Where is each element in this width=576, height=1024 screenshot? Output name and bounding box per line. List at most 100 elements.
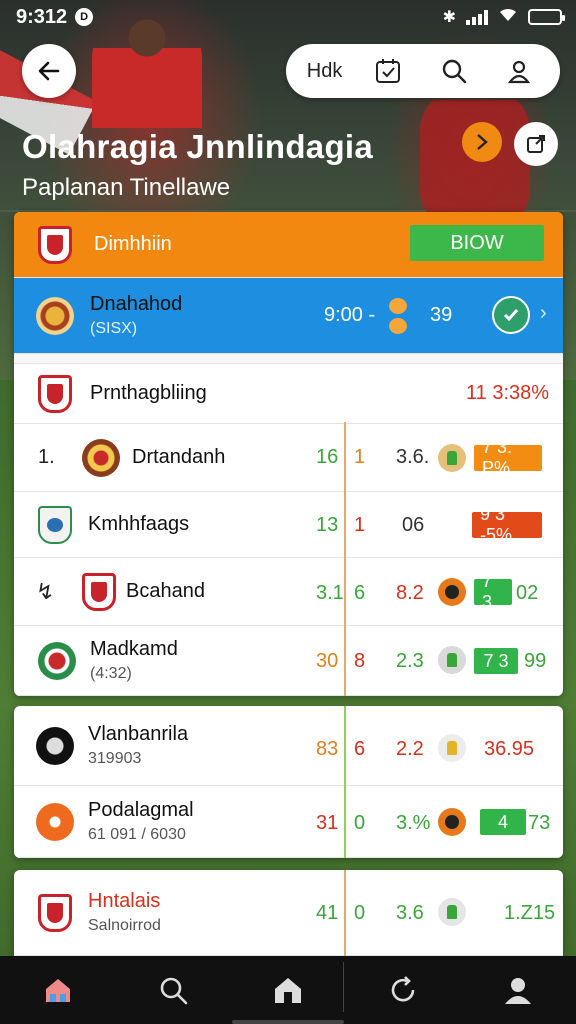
nav-profile[interactable]	[488, 960, 548, 1020]
user-icon[interactable]	[499, 51, 539, 91]
stat-col1: 13	[316, 514, 339, 536]
status-icons: ✱	[442, 7, 565, 28]
rank-number: 1.	[38, 446, 55, 468]
stat-col2: 1	[354, 446, 366, 468]
rating-tag: 9 3 -5%	[472, 504, 542, 545]
stat-col3: 2.3	[396, 650, 424, 672]
team-crest-icon	[38, 641, 76, 680]
rating-tag: 7 3	[474, 571, 512, 612]
nav-search[interactable]	[143, 960, 203, 1020]
selected-team-row[interactable]: Dnahahod (SISX) 9:00 - 39 ›	[14, 278, 563, 354]
stat-col3: 3.%	[396, 812, 431, 834]
back-button[interactable]	[22, 44, 76, 98]
standings-card: Vlanbanrila 319903 83 6 2.2 36.95 Podala…	[14, 706, 563, 858]
team-name: Kmhhfaags	[88, 513, 190, 535]
table-row[interactable]: Kmhhfaags 13 1 06 9 3 -5%	[14, 492, 563, 558]
stat-col2: 8	[354, 650, 366, 672]
team-crest-icon	[38, 893, 72, 932]
team-name: Madkamd	[90, 638, 178, 660]
team-info: Podalagmal 61 091 / 6030	[88, 799, 194, 844]
table-row[interactable]: Podalagmal 61 091 / 6030 31 0 3.% 4 73	[14, 786, 563, 858]
share-button[interactable]	[514, 122, 558, 166]
score-right: 39	[430, 304, 453, 326]
table-row[interactable]: Hntalais Salnoirrod 41 0 3.6 1.Z15	[14, 870, 563, 956]
chevron-right-icon: ›	[540, 302, 547, 324]
column-divider	[344, 870, 346, 956]
notification-badge: D	[75, 8, 94, 26]
selected-team-name: Dnahahod	[90, 293, 183, 315]
page-title: Olahragia Jnnlindagia	[22, 128, 374, 165]
trophy-icon	[438, 734, 466, 762]
trophy-icon	[438, 898, 466, 926]
team-value: 11 3:38%	[466, 382, 550, 404]
nav-stadium[interactable]	[258, 960, 318, 1020]
arrow-left-icon	[38, 61, 60, 81]
pill-label[interactable]: Hdk	[307, 60, 343, 83]
team-name: Prnthagbliing	[90, 382, 207, 404]
team-crest-icon	[36, 726, 74, 765]
team-info: Hntalais Salnoirrod	[88, 890, 161, 935]
bottom-navigation	[0, 956, 576, 1024]
refresh-icon	[391, 976, 415, 1002]
trend-icon: ↯	[36, 578, 55, 604]
team-name: Vlanbanrila	[88, 723, 189, 745]
stat-col2: 6	[354, 582, 366, 604]
status-time-group: 9:312 D	[16, 5, 94, 29]
share-icon	[527, 135, 545, 153]
standings-card: Dimhhiin BIOW Dnahahod (SISX) 9:00 - 39 …	[14, 212, 563, 696]
status-time: 9:312	[16, 5, 68, 28]
team-crest-icon	[82, 572, 116, 611]
table-row[interactable]: ↯ Bcahand 3.1 6 8.2 7 3 02	[14, 558, 563, 626]
stat-col1: 83	[316, 738, 339, 760]
featured-action-button[interactable]: BIOW	[410, 225, 544, 261]
stat-col1: 3.1	[316, 582, 344, 604]
team-sub: Salnoirrod	[88, 917, 161, 934]
column-divider	[344, 422, 346, 696]
signal-icon	[466, 9, 488, 25]
battery-icon	[528, 9, 565, 25]
selected-team-info: Dnahahod (SISX)	[90, 293, 182, 338]
stat-col1: 30	[316, 650, 339, 672]
next-button[interactable]	[462, 122, 502, 162]
rating-value: 36.95	[484, 738, 535, 760]
table-row[interactable]: Madkamd (4:32) 30 8 2.3 7 3 99	[14, 626, 563, 696]
status-bar: 9:312 D ✱	[0, 0, 576, 34]
rating-tag: 7 3	[474, 648, 518, 674]
search-icon[interactable]	[434, 51, 474, 91]
stat-col3: 06	[402, 514, 425, 536]
team-crest-icon	[38, 505, 72, 544]
stat-col3: 3.6	[396, 902, 424, 924]
nav-home[interactable]	[28, 960, 88, 1020]
stat-col2: 0	[354, 902, 366, 924]
calendar-check-icon[interactable]	[368, 51, 408, 91]
table-row[interactable]: Prnthagbliing 11 3:38%	[14, 364, 563, 424]
stat-col2: 0	[354, 812, 366, 834]
spacer	[14, 354, 563, 364]
stat-col1: 41	[316, 902, 339, 924]
profile-icon	[505, 978, 532, 1004]
nav-refresh[interactable]	[373, 960, 433, 1020]
team-sub: (4:32)	[90, 665, 132, 682]
search-icon	[160, 977, 188, 1005]
page-subtitle: Paplanan Tinellawe	[22, 174, 231, 201]
stat-col2: 1	[354, 514, 366, 536]
team-crest-icon	[36, 802, 74, 841]
rating-value: 73	[528, 812, 551, 834]
check-icon[interactable]	[492, 296, 530, 334]
featured-row[interactable]: Dimhhiin BIOW	[14, 212, 563, 278]
nav-divider	[343, 962, 344, 1012]
team-crest-icon	[38, 225, 72, 264]
table-row[interactable]: Vlanbanrila 319903 83 6 2.2 36.95	[14, 706, 563, 786]
stat-col1: 16	[316, 446, 339, 468]
stat-col3: 2.2	[396, 738, 424, 760]
stat-col2: 6	[354, 738, 366, 760]
bluetooth-icon: ✱	[442, 9, 456, 26]
team-crest-icon	[38, 374, 72, 413]
team-info: Madkamd (4:32)	[90, 638, 178, 683]
chevron-right-icon	[477, 134, 488, 150]
rating-tag: 4	[480, 809, 526, 835]
table-row[interactable]: 1. Drtandanh 16 1 3.6. 7 3. P%	[14, 424, 563, 492]
stadium-icon	[274, 978, 301, 1003]
selected-team-sub: (SISX)	[90, 320, 138, 337]
team-name: Hntalais	[88, 890, 161, 912]
